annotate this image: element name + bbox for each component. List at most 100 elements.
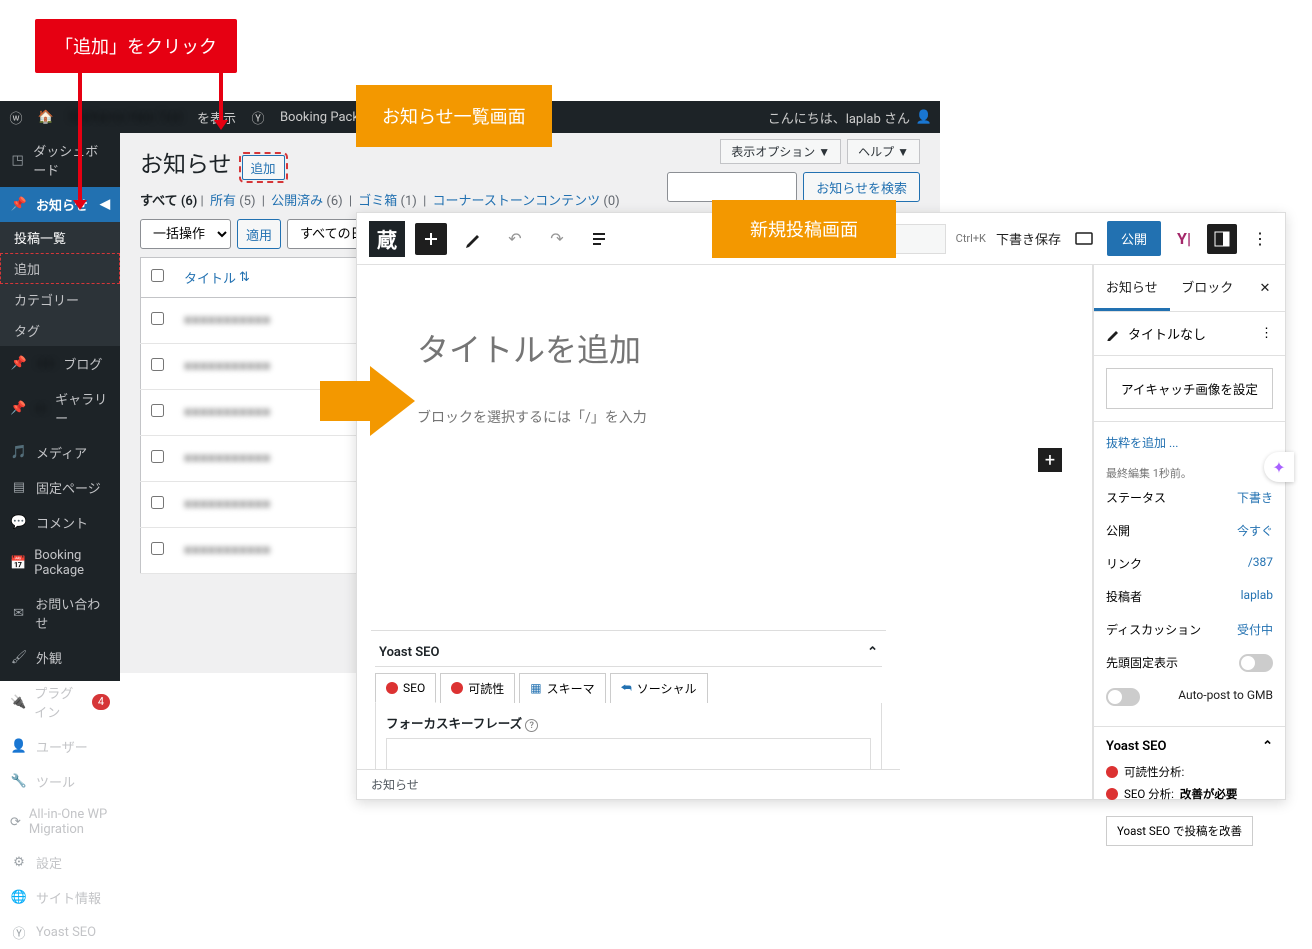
menu-gallery[interactable]: 📌xxギャラリー bbox=[0, 381, 120, 435]
wrench-icon: 🔧 bbox=[10, 773, 28, 791]
post-title-input[interactable]: タイトルを追加 bbox=[417, 325, 1032, 371]
menu-users[interactable]: 👤ユーザー bbox=[0, 729, 120, 764]
link-label: リンク bbox=[1106, 555, 1142, 572]
settings-sidebar-toggle[interactable] bbox=[1207, 224, 1237, 254]
post-title-link[interactable]: ■■■■■■■■■■■ bbox=[184, 451, 270, 466]
filter-mine[interactable]: 所有 (5) bbox=[210, 194, 256, 209]
col-title[interactable]: タイトル ⇅ bbox=[184, 268, 250, 287]
gear-icon: ⚙ bbox=[10, 854, 28, 872]
sticky-label: 先頭固定表示 bbox=[1106, 654, 1178, 672]
author-value[interactable]: laplab bbox=[1241, 588, 1273, 605]
publish-button[interactable]: 公開 bbox=[1107, 221, 1161, 256]
filter-trash[interactable]: ゴミ箱 (1) bbox=[358, 194, 417, 209]
yoast-tab-schema[interactable]: ▦スキーマ bbox=[519, 673, 605, 703]
home-icon[interactable]: 🏠 bbox=[38, 109, 54, 125]
menu-plugins[interactable]: 🔌プラグイン4 bbox=[0, 675, 120, 729]
menu-blog[interactable]: 📌xxxブログ bbox=[0, 346, 120, 381]
focus-keyword-input[interactable] bbox=[386, 738, 871, 770]
bulk-action-select[interactable]: 一括操作 bbox=[140, 219, 231, 249]
menu-comments[interactable]: 💬コメント bbox=[0, 505, 120, 540]
add-excerpt-link[interactable]: 抜粋を追加 ... bbox=[1106, 434, 1273, 451]
doc-title-more-button[interactable]: ⋮ bbox=[1260, 326, 1273, 341]
menu-siteinfo[interactable]: 🌐サイト情報 bbox=[0, 880, 120, 915]
document-outline-button[interactable] bbox=[583, 223, 615, 255]
editor-canvas[interactable]: タイトルを追加 ブロックを選択するには「/」を入力 + Yoast SEO ⌃ S… bbox=[357, 265, 1093, 799]
avatar-icon[interactable]: 👤 bbox=[916, 109, 932, 125]
yoast-tab-readability[interactable]: 可読性 bbox=[440, 673, 515, 703]
menu-media[interactable]: 🎵メディア bbox=[0, 435, 120, 470]
row-checkbox[interactable] bbox=[151, 312, 164, 325]
bulk-apply-button[interactable]: 適用 bbox=[237, 219, 281, 249]
brush-icon: 🖌 bbox=[10, 649, 28, 667]
editor-site-logo[interactable]: 蔵 bbox=[369, 221, 405, 257]
save-draft-button[interactable]: 下書き保存 bbox=[996, 229, 1061, 248]
filter-published[interactable]: 公開済み (6) bbox=[271, 194, 343, 209]
row-checkbox[interactable] bbox=[151, 542, 164, 555]
more-options-button[interactable]: ⋮ bbox=[1247, 226, 1273, 252]
link-value[interactable]: /387 bbox=[1248, 555, 1273, 572]
settings-tab-post[interactable]: お知らせ bbox=[1094, 265, 1170, 311]
set-featured-image-button[interactable]: アイキャッチ画像を設定 bbox=[1106, 368, 1273, 409]
site-name[interactable]: SiteName Here Text bbox=[68, 110, 183, 125]
submenu-list[interactable]: 投稿一覧 bbox=[0, 222, 120, 253]
discussion-value[interactable]: 受付中 bbox=[1237, 621, 1273, 638]
select-all-checkbox[interactable] bbox=[151, 269, 164, 282]
menu-yoast[interactable]: ⓎYoast SEO bbox=[0, 915, 120, 949]
filter-cornerstone[interactable]: コーナーストーンコンテンツ (0) bbox=[432, 194, 619, 209]
collapse-icon[interactable]: ⌃ bbox=[867, 645, 878, 660]
status-value[interactable]: 下書き bbox=[1237, 489, 1273, 506]
menu-appearance[interactable]: 🖌外観 bbox=[0, 640, 120, 675]
row-checkbox[interactable] bbox=[151, 496, 164, 509]
chevron-up-icon[interactable]: ⌃ bbox=[1262, 739, 1273, 754]
yoast-metabox-title: Yoast SEO bbox=[379, 645, 439, 660]
dashboard-icon: ◳ bbox=[10, 151, 25, 169]
row-checkbox[interactable] bbox=[151, 404, 164, 417]
undo-button[interactable]: ↶ bbox=[499, 223, 531, 255]
publish-value[interactable]: 今すぐ bbox=[1237, 522, 1273, 539]
add-new-button[interactable]: 追加 bbox=[242, 155, 285, 180]
screen-options-button[interactable]: 表示オプション ▼ bbox=[720, 139, 841, 164]
submenu-add[interactable]: 追加 bbox=[0, 253, 120, 284]
post-title-link[interactable]: ■■■■■■■■■■■ bbox=[184, 543, 270, 558]
help-button[interactable]: ヘルプ ▼ bbox=[847, 139, 920, 164]
menu-aio-migration[interactable]: ⟳All-in-One WP Migration bbox=[0, 799, 120, 845]
menu-contact[interactable]: ✉お問い合わせ bbox=[0, 586, 120, 640]
submenu-tag[interactable]: タグ bbox=[0, 315, 120, 346]
sticky-toggle[interactable] bbox=[1239, 654, 1273, 672]
yoast-tab-seo[interactable]: SEO bbox=[375, 673, 436, 703]
autopost-toggle[interactable] bbox=[1106, 688, 1140, 706]
preview-button[interactable] bbox=[1071, 226, 1097, 252]
yoast-sidebar-button[interactable]: Y| bbox=[1171, 226, 1197, 252]
post-title-link[interactable]: ■■■■■■■■■■■ bbox=[184, 313, 270, 328]
yoast-tab-social[interactable]: ⮪ソーシャル bbox=[610, 673, 708, 703]
menu-pages[interactable]: ▤固定ページ bbox=[0, 470, 120, 505]
search-button[interactable]: お知らせを検索 bbox=[803, 172, 920, 202]
close-settings-button[interactable]: ✕ bbox=[1245, 265, 1285, 311]
wp-logo-icon[interactable]: ⓦ bbox=[8, 109, 24, 125]
yoast-icon[interactable]: Ⓨ bbox=[250, 109, 266, 125]
row-checkbox[interactable] bbox=[151, 358, 164, 371]
help-icon[interactable]: ? bbox=[525, 719, 538, 732]
edit-mode-button[interactable] bbox=[457, 223, 489, 255]
post-title-link[interactable]: ■■■■■■■■■■■ bbox=[184, 405, 270, 420]
redo-button[interactable]: ↷ bbox=[541, 223, 573, 255]
menu-news[interactable]: 📌お知らせ◀ bbox=[0, 187, 120, 222]
search-input[interactable] bbox=[667, 172, 797, 202]
inserter-toggle-button[interactable] bbox=[415, 223, 447, 255]
menu-tools[interactable]: 🔧ツール bbox=[0, 764, 120, 799]
add-block-button[interactable]: + bbox=[1038, 448, 1062, 472]
menu-booking[interactable]: 📅Booking Package bbox=[0, 540, 120, 586]
menu-dashboard[interactable]: ◳ダッシュボード bbox=[0, 133, 120, 187]
row-checkbox[interactable] bbox=[151, 450, 164, 463]
post-title-link[interactable]: ■■■■■■■■■■■ bbox=[184, 359, 270, 374]
ai-assist-button[interactable]: ✦ bbox=[1264, 452, 1294, 482]
submenu-category[interactable]: カテゴリー bbox=[0, 284, 120, 315]
yoast-improve-button[interactable]: Yoast SEO で投稿を改善 bbox=[1106, 816, 1253, 846]
post-title-link[interactable]: ■■■■■■■■■■■ bbox=[184, 497, 270, 512]
filter-all[interactable]: すべて (6) bbox=[140, 194, 197, 209]
admin-menu: ◳ダッシュボード 📌お知らせ◀ 投稿一覧 追加 カテゴリー タグ 📌xxxブログ… bbox=[0, 133, 120, 681]
menu-settings[interactable]: ⚙設定 bbox=[0, 845, 120, 880]
settings-tab-block[interactable]: ブロック bbox=[1170, 265, 1246, 311]
yoast-metabox: Yoast SEO⌃ SEO 可読性 ▦スキーマ ⮪ソーシャル フォーカスキーフ… bbox=[371, 630, 886, 782]
default-block-appender[interactable]: ブロックを選択するには「/」を入力 bbox=[417, 407, 1032, 427]
